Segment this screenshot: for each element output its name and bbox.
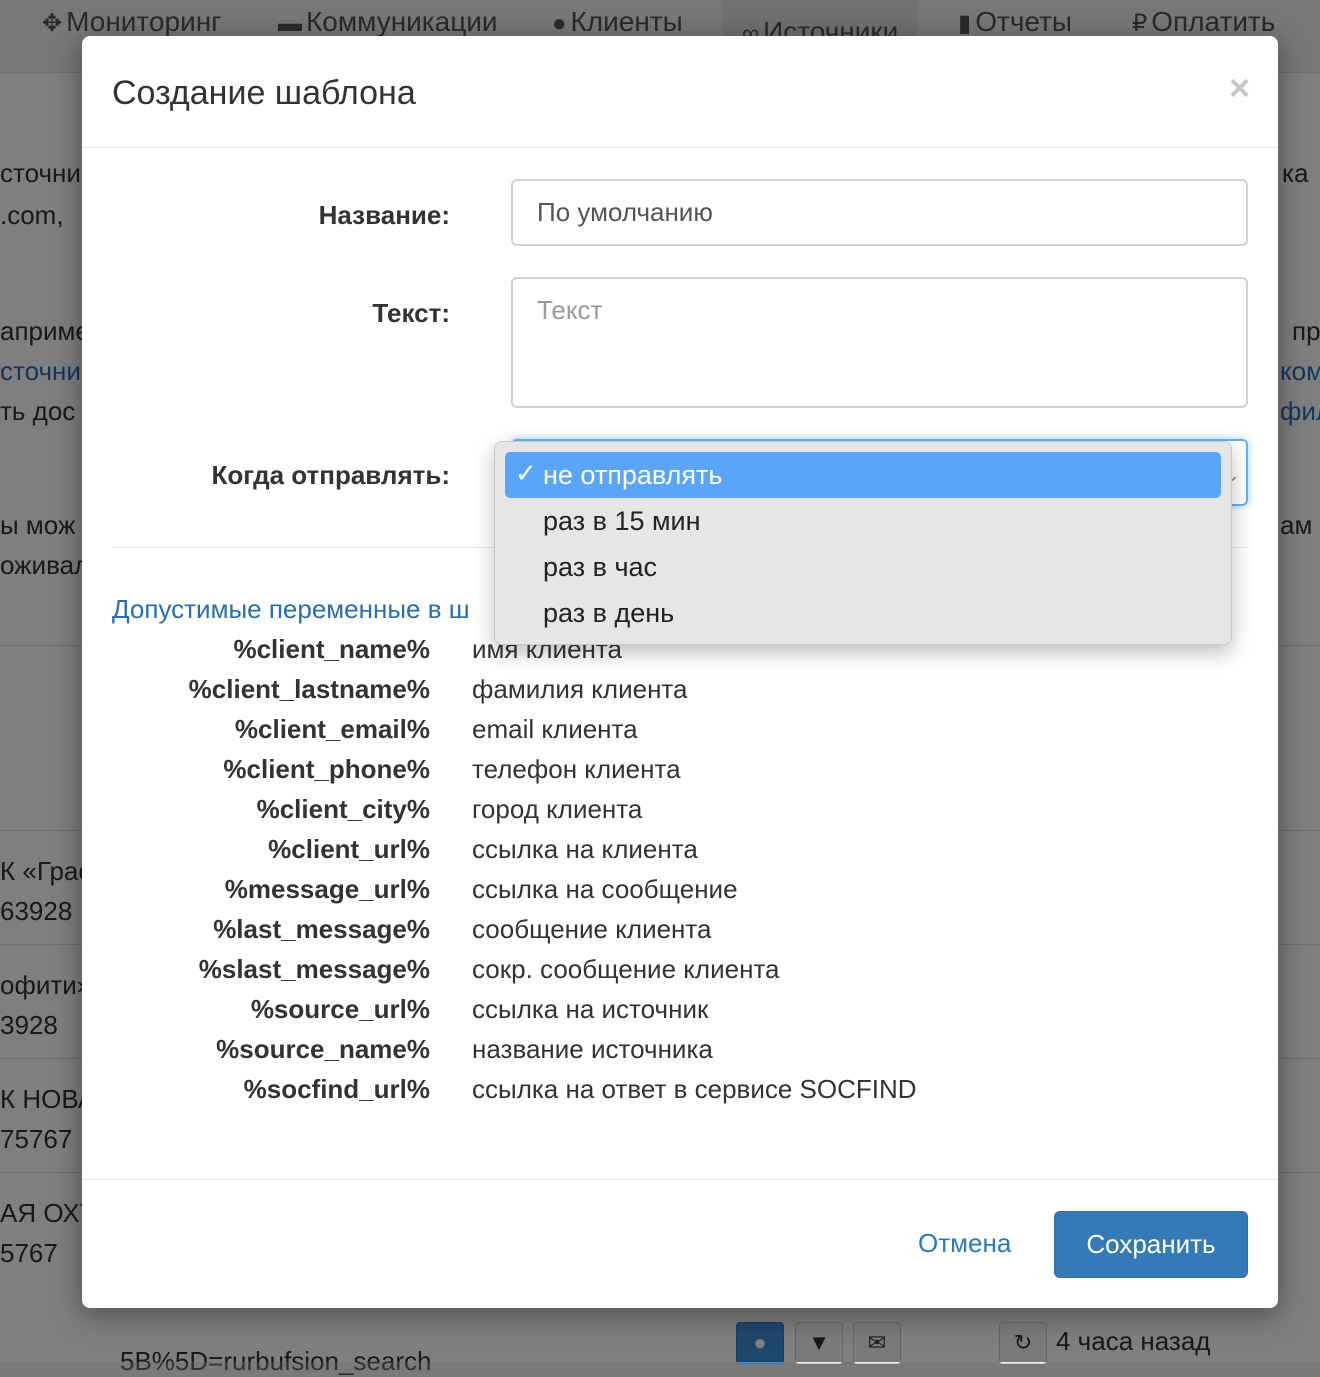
when-send-label: Когда отправлять: (211, 460, 451, 490)
modal-title: Создание шаблона (112, 74, 416, 112)
variable-desc: сокр. сообщение клиента (472, 954, 780, 984)
variable-desc: email клиента (472, 714, 638, 744)
variable-desc: ссылка на источник (472, 994, 709, 1024)
option-every-15-min[interactable]: раз в 15 мин (505, 498, 1221, 544)
variable-key: %client_city% (256, 794, 430, 824)
variable-desc: ссылка на клиента (472, 834, 698, 864)
modal-header: Создание шаблона × (82, 36, 1278, 148)
name-input[interactable] (511, 179, 1248, 246)
when-send-dropdown: ✓ не отправлять раз в 15 мин раз в час р… (494, 441, 1232, 645)
variable-row: %source_url% ссылка на источник (82, 994, 1278, 1034)
option-label: раз в день (543, 598, 675, 628)
variable-desc: ссылка на сообщение (472, 874, 738, 904)
variable-key: %socfind_url% (243, 1074, 430, 1104)
create-template-modal: Создание шаблона × Название: Текст: Когд… (82, 36, 1278, 1308)
option-label: раз в 15 мин (543, 506, 701, 536)
option-label: раз в час (543, 552, 658, 582)
option-daily[interactable]: раз в день (505, 590, 1221, 636)
variable-desc: сообщение клиента (472, 914, 712, 944)
text-label: Текст: (372, 298, 450, 328)
variable-desc: город клиента (472, 794, 643, 824)
save-button[interactable]: Сохранить (1054, 1211, 1248, 1278)
variable-key: %source_url% (250, 994, 430, 1024)
variable-key: %client_phone% (223, 754, 430, 784)
variable-row: %slast_message% сокр. сообщение клиента (82, 954, 1278, 994)
variable-row: %last_message% сообщение клиента (82, 914, 1278, 954)
variable-row: %client_lastname% фамилия клиента (82, 674, 1278, 714)
variable-key: %slast_message% (198, 954, 430, 984)
option-hourly[interactable]: раз в час (505, 544, 1221, 590)
option-label: не отправлять (543, 460, 723, 490)
name-label: Название: (318, 200, 450, 230)
variable-row: %client_email% email клиента (82, 714, 1278, 754)
variable-key: %message_url% (224, 874, 430, 904)
modal-footer-divider (82, 1179, 1278, 1180)
variable-key: %last_message% (213, 914, 430, 944)
variable-row: %client_city% город клиента (82, 794, 1278, 834)
variable-key: %client_email% (234, 714, 430, 744)
cancel-button[interactable]: Отмена (918, 1228, 1011, 1259)
variables-title: Допустимые переменные в ш (112, 594, 470, 624)
variable-row: %message_url% ссылка на сообщение (82, 874, 1278, 914)
variable-row: %socfind_url% ссылка на ответ в сервисе S… (82, 1074, 1278, 1114)
variable-key: %client_url% (268, 834, 430, 864)
variable-row: %source_name% название источника (82, 1034, 1278, 1074)
variable-row: %client_phone% телефон клиента (82, 754, 1278, 794)
variable-desc: ссылка на ответ в сервисе SOCFIND (472, 1074, 917, 1104)
close-icon[interactable]: × (1229, 70, 1250, 106)
variable-key: %client_name% (233, 634, 430, 664)
variable-key: %client_lastname% (188, 674, 430, 704)
variable-desc: фамилия клиента (472, 674, 688, 704)
variable-desc: телефон клиента (472, 754, 681, 784)
option-no-send[interactable]: ✓ не отправлять (505, 452, 1221, 498)
variable-key: %source_name% (216, 1034, 430, 1064)
text-textarea[interactable] (511, 277, 1248, 408)
checkmark-icon: ✓ (515, 458, 537, 488)
variable-desc: название источника (472, 1034, 713, 1064)
variable-row: %client_url% ссылка на клиента (82, 834, 1278, 874)
